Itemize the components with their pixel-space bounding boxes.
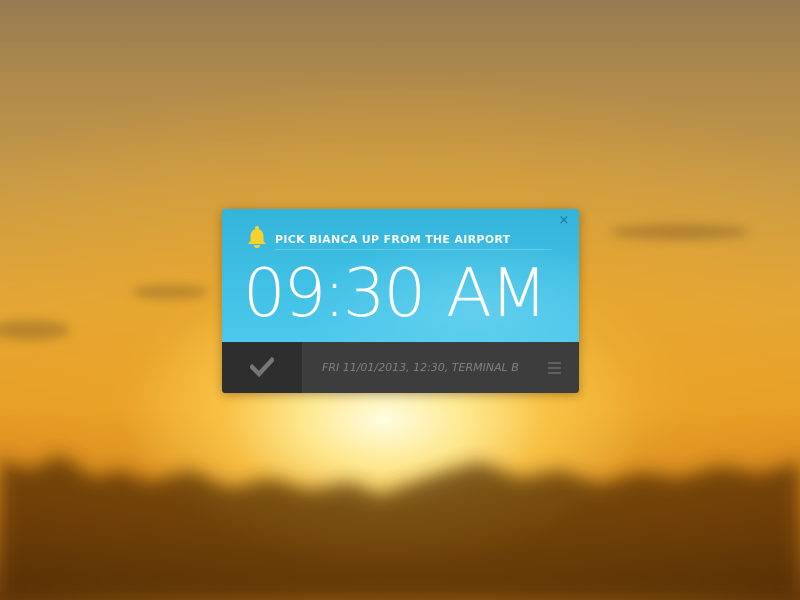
checkmark-icon xyxy=(250,357,274,377)
widget-footer: FRI 11/01/2013, 12:30, TERMINAL B xyxy=(222,342,579,393)
hamburger-menu-icon xyxy=(548,362,561,374)
reminder-title: PICK BIANCA UP FROM THE AIRPORT xyxy=(275,233,511,246)
blurred-city-skyline xyxy=(0,455,800,600)
time-hours: 09 xyxy=(243,254,326,332)
alarm-time: 09:30 AM xyxy=(243,254,548,332)
time-minutes: 30 xyxy=(342,254,426,332)
time-separator: : xyxy=(323,254,346,332)
widget-header-panel: PICK BIANCA UP FROM THE AIRPORT × 09:30 A… xyxy=(222,209,579,342)
bell-icon xyxy=(248,226,266,248)
menu-button[interactable] xyxy=(542,359,566,377)
dismiss-check-button[interactable] xyxy=(222,342,302,393)
title-divider xyxy=(275,249,552,250)
reminder-details: FRI 11/01/2013, 12:30, TERMINAL B xyxy=(322,361,519,374)
alarm-reminder-widget: PICK BIANCA UP FROM THE AIRPORT × 09:30 A… xyxy=(222,209,579,393)
close-icon[interactable]: × xyxy=(557,214,571,228)
time-period: AM xyxy=(446,254,548,332)
